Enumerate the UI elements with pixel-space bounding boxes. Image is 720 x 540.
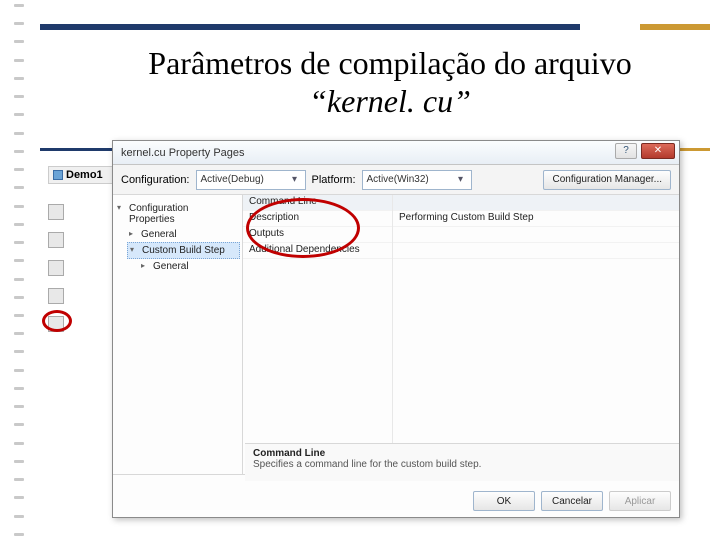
ok-label: OK bbox=[497, 496, 511, 507]
solution-title: Demo1 bbox=[66, 169, 103, 181]
toolbar-icon[interactable] bbox=[48, 288, 64, 304]
toolbar-icon[interactable] bbox=[48, 204, 64, 220]
description-box: Command Line Specifies a command line fo… bbox=[245, 443, 679, 481]
binder-rings bbox=[14, 0, 24, 540]
annotation-circle-grid bbox=[246, 198, 360, 258]
platform-value: Active(Win32) bbox=[367, 174, 429, 185]
toolbar-icon[interactable] bbox=[48, 232, 64, 248]
tree-cbs-general[interactable]: General bbox=[139, 259, 240, 274]
dialog-toolbar: Configuration: Active(Debug)▾ Platform: … bbox=[113, 165, 679, 195]
dialog-title-text: kernel.cu Property Pages bbox=[121, 147, 245, 159]
cancel-button[interactable]: Cancelar bbox=[541, 491, 603, 511]
project-icon bbox=[53, 170, 63, 180]
configuration-combo[interactable]: Active(Debug) ▾ bbox=[196, 170, 306, 190]
tree-general-label: General bbox=[141, 229, 177, 240]
solution-explorer-fragment: Demo1 bbox=[48, 166, 116, 332]
config-mgr-label: Configuration Manager... bbox=[552, 174, 662, 185]
solution-root[interactable]: Demo1 bbox=[48, 166, 116, 184]
apply-label: Aplicar bbox=[625, 496, 656, 507]
tree-custom-build-step[interactable]: Custom Build Step bbox=[127, 242, 240, 259]
slide-title: Parâmetros de compilação do arquivo “ker… bbox=[110, 44, 670, 121]
grid-value-row[interactable] bbox=[393, 227, 679, 243]
property-tree: Configuration Properties General Custom … bbox=[113, 195, 243, 474]
decor-bar-top-accent bbox=[640, 24, 710, 30]
cancel-label: Cancelar bbox=[552, 496, 592, 507]
chevron-down-icon: ▾ bbox=[455, 174, 467, 185]
decor-bar-top bbox=[40, 24, 580, 30]
platform-label: Platform: bbox=[312, 174, 356, 186]
tree-cbs-label: Custom Build Step bbox=[142, 245, 225, 256]
toolbar-icon[interactable] bbox=[48, 260, 64, 276]
dialog-titlebar[interactable]: kernel.cu Property Pages ? ✕ bbox=[113, 141, 679, 165]
help-button[interactable]: ? bbox=[615, 143, 637, 159]
grid-values: Performing Custom Build Step bbox=[393, 195, 679, 474]
dialog-buttons: OK Cancelar Aplicar bbox=[473, 491, 671, 511]
dialog-body: Configuration Properties General Custom … bbox=[113, 195, 679, 475]
grid-value-row[interactable] bbox=[393, 195, 679, 211]
chevron-down-icon: ▾ bbox=[289, 174, 301, 185]
title-text: Parâmetros de compilação do arquivo bbox=[148, 45, 631, 81]
ok-button[interactable]: OK bbox=[473, 491, 535, 511]
close-button[interactable]: ✕ bbox=[641, 143, 675, 159]
grid-value: Performing Custom Build Step bbox=[399, 212, 534, 223]
description-text: Specifies a command line for the custom … bbox=[253, 459, 671, 470]
description-title: Command Line bbox=[253, 448, 671, 459]
grid-value-row[interactable]: Performing Custom Build Step bbox=[393, 211, 679, 227]
annotation-circle-left bbox=[42, 310, 72, 332]
title-italic: “kernel. cu” bbox=[309, 83, 471, 119]
tree-general[interactable]: General bbox=[127, 227, 240, 242]
tree-root[interactable]: Configuration Properties bbox=[115, 201, 240, 227]
platform-combo[interactable]: Active(Win32) ▾ bbox=[362, 170, 472, 190]
grid-value-row[interactable] bbox=[393, 243, 679, 259]
tree-cbs-general-label: General bbox=[153, 261, 189, 272]
config-label: Configuration: bbox=[121, 174, 190, 186]
configuration-value: Active(Debug) bbox=[201, 174, 264, 185]
apply-button[interactable]: Aplicar bbox=[609, 491, 671, 511]
tree-root-label: Configuration Properties bbox=[129, 203, 188, 225]
configuration-manager-button[interactable]: Configuration Manager... bbox=[543, 170, 671, 190]
property-pages-dialog: kernel.cu Property Pages ? ✕ Configurati… bbox=[112, 140, 680, 518]
